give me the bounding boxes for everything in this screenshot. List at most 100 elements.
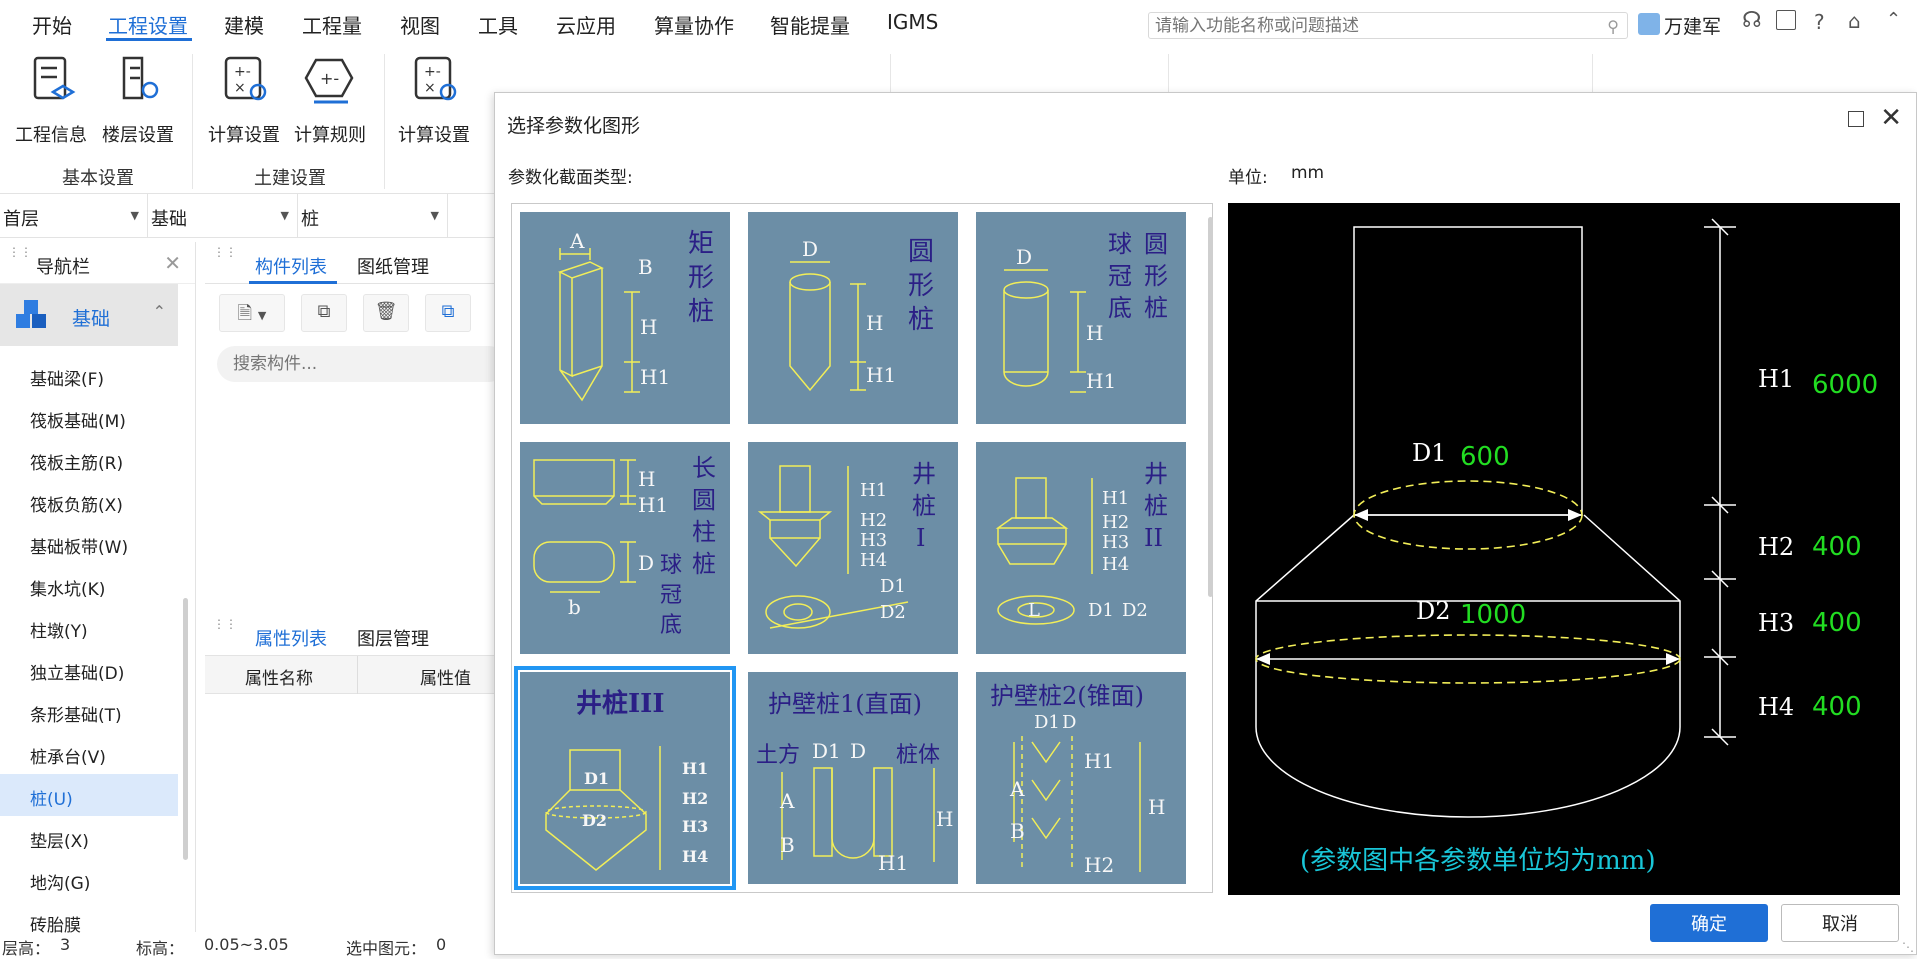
ok-button[interactable]: 确定 [1650, 904, 1768, 942]
user-name[interactable]: 万建军 [1664, 12, 1721, 39]
collapse-ribbon-icon[interactable]: ⌃ [1886, 9, 1901, 30]
type-select[interactable]: 桩 ▼ [298, 194, 448, 238]
calc-settings-2-button[interactable]: +- × 计算设置 [396, 52, 472, 147]
property-panel: ⋮⋮ 属性列表 图层管理 属性名称 属性值 [205, 614, 505, 934]
menu-cloud[interactable]: 云应用 [556, 10, 616, 39]
preview-param-value: 400 [1812, 692, 1862, 722]
nav-item[interactable]: 桩承台(V) [0, 732, 178, 774]
property-table-header: 属性名称 属性值 [205, 656, 505, 694]
help-menu-icon[interactable]: ? [1814, 10, 1825, 34]
shape-grid-scrollbar[interactable] [1206, 203, 1214, 603]
skin-icon[interactable]: ⌂ [1848, 9, 1861, 33]
scrollbar-thumb[interactable] [1208, 217, 1213, 597]
maximize-icon[interactable] [1848, 111, 1864, 127]
copy-button[interactable]: ⧉ [301, 294, 347, 332]
headset-icon[interactable]: ☊ [1742, 8, 1762, 33]
nav-scrollbar[interactable] [183, 598, 188, 860]
nav-item[interactable]: 条形基础(T) [0, 690, 178, 732]
active-menu-underline [106, 38, 192, 41]
menu-collab[interactable]: 算量协作 [654, 10, 734, 39]
shape-tile-retaining-pile-2[interactable]: 护壁桩2(锥面) D1 D A B H1 H H2 [976, 672, 1186, 884]
search-icon[interactable]: ⚲ [1607, 17, 1619, 36]
shape-name-char: 底 [660, 613, 682, 638]
menu-smart[interactable]: 智能提量 [770, 10, 850, 39]
nav-item[interactable]: 基础板带(W) [0, 522, 178, 564]
active-tab-underline [249, 281, 337, 284]
nav-item[interactable]: 垫层(X) [0, 816, 178, 858]
menu-tools[interactable]: 工具 [478, 10, 518, 39]
preview-unit-note: (参数图中各参数单位均为mm) [1300, 846, 1656, 876]
column-divider [357, 656, 358, 694]
type-select-value: 桩 [301, 209, 319, 230]
calc-settings-button[interactable]: +- × 计算设置 [206, 52, 282, 147]
shape-name-char: 形 [688, 263, 714, 293]
chevron-up-icon[interactable]: ⌃ [153, 302, 166, 321]
menu-igms[interactable]: IGMS [887, 10, 938, 34]
param-label: H1 [860, 480, 887, 501]
nav-item[interactable]: 筏板负筋(X) [0, 480, 178, 522]
param-label: D1 [1088, 600, 1114, 621]
drag-grip-icon[interactable]: ⋮⋮ [213, 246, 237, 258]
shape-tile-title: 护壁桩1(直面) [768, 690, 922, 718]
tab-component-list[interactable]: 构件列表 [255, 253, 327, 279]
param-label: H1 [1102, 488, 1129, 509]
drag-grip-icon[interactable]: ⋮⋮ [8, 246, 32, 258]
function-search-input[interactable] [1149, 13, 1589, 38]
nav-category-foundation[interactable]: 基础 ⌃ [0, 284, 178, 346]
function-search[interactable]: ⚲ [1148, 12, 1628, 39]
menu-modeling[interactable]: 建模 [224, 10, 264, 39]
user-avatar-icon[interactable] [1638, 13, 1660, 35]
param-label: H3 [682, 817, 708, 836]
shape-tile-rect-pile[interactable]: A B H H1 矩 形 桩 [520, 212, 730, 424]
nav-item[interactable]: 基础梁(F) [0, 354, 178, 396]
menu-quantity[interactable]: 工程量 [302, 10, 362, 39]
nav-item[interactable]: 桩(U) [0, 774, 178, 816]
floor-settings-button[interactable]: 楼层设置 [100, 52, 176, 147]
shape-tile-oblong-pile[interactable]: H H1 D b 长 圆 柱 桩 球 冠 底 [520, 442, 730, 654]
tab-property-list[interactable]: 属性列表 [255, 625, 327, 651]
param-label: D [850, 739, 866, 763]
nav-item[interactable]: 独立基础(D) [0, 648, 178, 690]
shape-tile-well-pile-3[interactable]: 井桩III D1 D2 H1 H2 H3 H4 [514, 666, 736, 890]
shape-tile-round-pile-dome[interactable]: D H H1 圆 形 桩 球 冠 底 [976, 212, 1186, 424]
shape-name-char: 圆 [1144, 230, 1168, 258]
param-label: H [936, 807, 953, 831]
param-label: H2 [1084, 853, 1114, 877]
shape-tile-well-pile-2[interactable]: H1 H2 H3 H4 L D1 D2 井 桩 II [976, 442, 1186, 654]
tab-drawing-management[interactable]: 图纸管理 [357, 253, 429, 279]
cubes-icon [16, 300, 46, 328]
calc-rules-button[interactable]: +- 计算规则 [292, 52, 368, 147]
tab-layer-management[interactable]: 图层管理 [357, 625, 429, 651]
param-label: H2 [860, 510, 887, 531]
new-component-button[interactable]: 🗎 ▼ [219, 294, 285, 332]
project-info-button[interactable]: 工程信息 [14, 52, 88, 147]
shape-tile-retaining-pile-1[interactable]: 护壁桩1(直面) 土方 D1 D 桩体 A B H H1 [748, 672, 958, 884]
close-icon[interactable]: ✕ [164, 251, 181, 275]
preview-param-value: 400 [1812, 608, 1862, 638]
duplicate-layer-button[interactable]: ⧉ [425, 294, 471, 332]
category-select[interactable]: 基础 ▼ [148, 194, 298, 238]
shape-tile-well-pile-1[interactable]: H1 H2 H3 H4 D1 D2 井 桩 I [748, 442, 958, 654]
component-search-input[interactable] [217, 346, 507, 382]
delete-button[interactable]: 🗑 [363, 294, 409, 332]
shape-tile-round-pile[interactable]: D H H1 圆 形 桩 [748, 212, 958, 424]
floor-select[interactable]: 首层 ▼ [0, 194, 148, 238]
param-label: D2 [880, 602, 906, 623]
nav-item[interactable]: 筏板主筋(R) [0, 438, 178, 480]
drag-grip-icon[interactable]: ⋮⋮ [213, 618, 237, 630]
nav-item[interactable]: 地沟(G) [0, 858, 178, 900]
nav-item[interactable]: 集水坑(K) [0, 564, 178, 606]
resize-grip-icon[interactable]: ⋱ [1902, 940, 1914, 954]
preview-param-value: 600 [1460, 442, 1510, 472]
close-icon[interactable]: ✕ [1880, 103, 1902, 133]
menu-view[interactable]: 视图 [400, 10, 440, 39]
shape-name-char: 冠 [1108, 262, 1132, 290]
cancel-button[interactable]: 取消 [1781, 904, 1899, 942]
nav-item[interactable]: 筏板基础(M) [0, 396, 178, 438]
menu-start[interactable]: 开始 [32, 10, 72, 39]
status-bar: 层高： 3 标高： 0.05~3.05 选中图元： 0 [0, 934, 500, 958]
calculator-icon[interactable] [1776, 10, 1796, 30]
menu-project-settings[interactable]: 工程设置 [108, 10, 188, 39]
preview-param-name: D1 [1412, 439, 1447, 467]
nav-item[interactable]: 柱墩(Y) [0, 606, 178, 648]
